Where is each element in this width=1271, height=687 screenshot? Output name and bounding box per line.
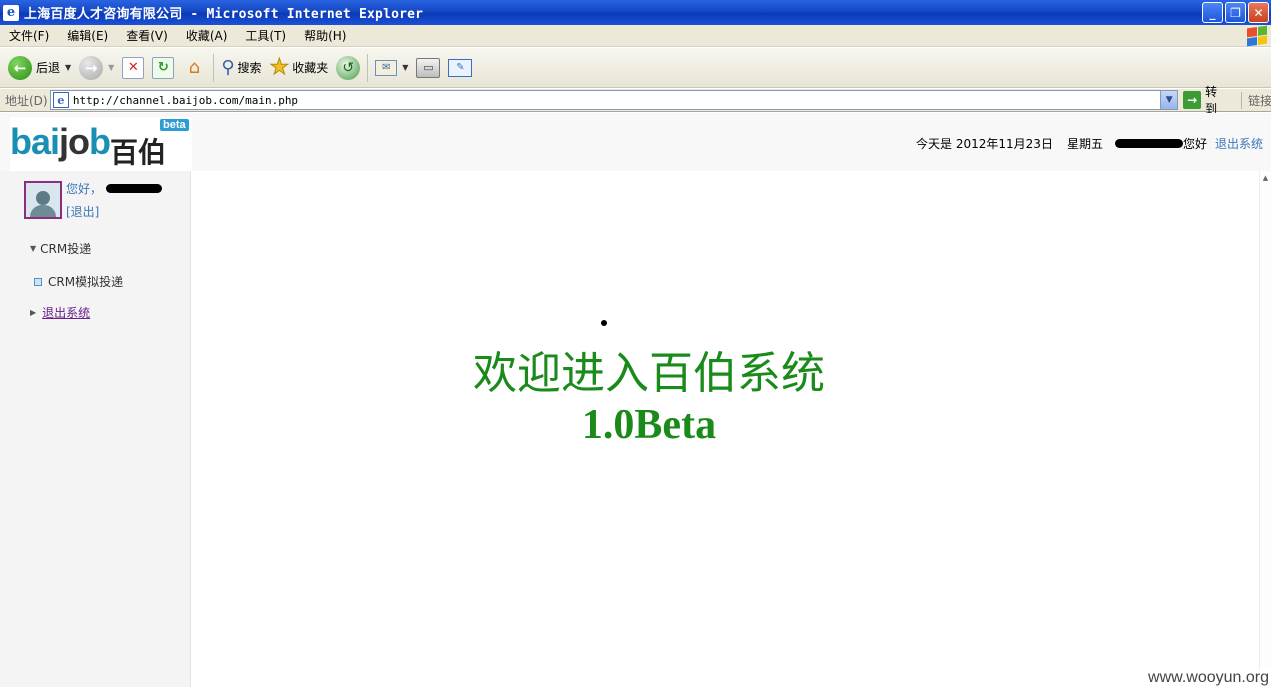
stop-icon: ✕ — [122, 56, 145, 79]
windows-logo-icon — [1247, 25, 1267, 47]
minimize-button[interactable]: _ — [1202, 2, 1223, 23]
stop-button[interactable]: ✕ — [118, 51, 148, 85]
header-user-info: 今天是 2012年11月23日 星期五 您好 退出系统 — [916, 135, 1263, 152]
avatar-head — [36, 191, 50, 205]
mail-dropdown-icon[interactable]: ▼ — [402, 63, 408, 72]
logo-chinese: 百伯 — [110, 136, 167, 169]
edit-page-icon: ✎ — [448, 58, 473, 77]
menu-tools[interactable]: 工具(T) — [236, 27, 295, 44]
address-url[interactable]: http://channel.baijob.com/main.php — [73, 94, 298, 107]
back-dropdown-icon[interactable]: ▼ — [65, 63, 71, 72]
search-button[interactable]: ⚲ 搜索 — [217, 51, 265, 85]
page-icon: e — [52, 92, 69, 108]
window-title-bar[interactable]: e 上海百度人才咨询有限公司 - Microsoft Internet Expl… — [0, 0, 1271, 25]
header-logout-link[interactable]: 退出系统 — [1215, 135, 1263, 152]
logo-latin-a: bai — [10, 121, 60, 162]
links-toolbar[interactable]: 链接 — [1241, 91, 1271, 109]
sidebar-exit-link[interactable]: [退出] — [66, 203, 99, 220]
favorites-button[interactable]: ★ 收藏夹 — [266, 51, 333, 85]
scroll-up-icon[interactable]: ▲ — [1260, 171, 1271, 185]
forward-dropdown-icon[interactable]: ▼ — [108, 63, 114, 72]
watermark: www.wooyun.org — [1146, 669, 1271, 687]
menu-file[interactable]: 文件(F) — [0, 27, 58, 44]
home-icon: ⌂ — [188, 57, 201, 78]
menu-edit[interactable]: 编辑(E) — [58, 27, 117, 44]
sidebar-item-crm-label: CRM投递 — [40, 242, 92, 256]
search-label: 搜索 — [237, 61, 262, 75]
sidebar-item-crm-simulate-label: CRM模拟投递 — [48, 275, 124, 289]
sidebar-hello-text: 您好， — [66, 182, 103, 196]
refresh-icon: ↻ — [152, 56, 175, 79]
back-label: 后退 — [36, 61, 61, 75]
address-label: 地址(D) — [5, 93, 48, 108]
square-bullet-icon — [34, 277, 42, 286]
sidebar-hello: 您好， — [66, 180, 163, 197]
welcome-heading: 欢迎进入百伯系统 — [473, 348, 825, 399]
menu-bar: 文件(F) 编辑(E) 查看(V) 收藏(A) 工具(T) 帮助(H) — [0, 25, 1271, 47]
window-controls: _ ❐ ✕ — [1202, 2, 1269, 23]
go-label: 转到 — [1205, 85, 1218, 116]
forward-arrow-icon: → — [79, 55, 104, 80]
header-weekday: 星期五 — [1066, 137, 1103, 151]
printer-icon: ▭ — [416, 57, 441, 78]
address-dropdown-icon[interactable]: ▼ — [1160, 91, 1178, 109]
avatar — [24, 181, 62, 219]
version-text: 1.0Beta — [581, 402, 717, 448]
back-button[interactable]: ← 后退 ▼ — [0, 51, 75, 85]
logo-latin: baijob — [10, 121, 111, 163]
mail-icon: ✉ — [375, 59, 398, 76]
sidebar-item-logout-link[interactable]: 退出系统 — [42, 304, 90, 321]
favorites-label: 收藏夹 — [292, 61, 329, 75]
redacted-username — [1114, 139, 1183, 148]
address-bar: 地址(D) e http://channel.baijob.com/main.p… — [0, 85, 1271, 116]
page-content: baijob 百伯 beta 今天是 2012年11月23日 星期五 您好 退出… — [0, 113, 1271, 687]
vertical-scrollbar[interactable]: ▲ — [1259, 171, 1271, 687]
header-date: 今天是 2012年11月23日 — [916, 137, 1053, 151]
logo-beta-badge: beta — [160, 119, 189, 131]
mouse-cursor — [601, 320, 607, 326]
go-arrow-icon: → — [1183, 91, 1202, 109]
menu-favorites[interactable]: 收藏(A) — [177, 27, 237, 44]
logo-latin-c: b — [89, 121, 111, 162]
standard-toolbar: ← 后退 ▼ → ▼ ✕ ↻ ⌂ ⚲ 搜索 ★ 收藏夹 ↺ ✉ ▼ ▭ ✎ — [0, 48, 1271, 88]
search-icon: ⚲ — [221, 57, 235, 78]
toolbar-separator — [367, 53, 369, 82]
sidebar-item-crm-simulate[interactable]: CRM模拟投递 — [34, 273, 123, 290]
address-input[interactable]: e http://channel.baijob.com/main.php ▼ — [49, 90, 1179, 110]
sidebar-item-crm[interactable]: ▼ CRM投递 — [30, 240, 91, 257]
main-panel: 欢迎进入百伯系统 1.0Beta — [191, 171, 1259, 687]
go-button[interactable]: → 转到 — [1183, 83, 1229, 117]
forward-button[interactable]: → ▼ — [75, 51, 118, 85]
home-button[interactable]: ⌂ — [178, 51, 210, 85]
refresh-button[interactable]: ↻ — [148, 51, 178, 85]
menu-view[interactable]: 查看(V) — [117, 27, 177, 44]
edit-button[interactable]: ✎ — [444, 51, 476, 85]
page-header: baijob 百伯 beta 今天是 2012年11月23日 星期五 您好 退出… — [0, 113, 1271, 171]
menu-help[interactable]: 帮助(H) — [295, 27, 355, 44]
star-icon: ★ — [269, 55, 290, 81]
close-button[interactable]: ✕ — [1248, 2, 1269, 23]
baijob-logo[interactable]: baijob 百伯 beta — [10, 117, 192, 171]
caret-down-icon: ▼ — [30, 244, 37, 253]
sidebar-item-logout[interactable]: ▶ 退出系统 — [30, 304, 90, 321]
history-button[interactable]: ↺ — [332, 51, 364, 85]
history-icon: ↺ — [336, 55, 361, 80]
sidebar: 您好， [退出] ▼ CRM投递 CRM模拟投递 ▶ 退出系统 — [0, 171, 191, 687]
toolbar-separator — [213, 53, 215, 82]
restore-button[interactable]: ❐ — [1225, 2, 1246, 23]
print-button[interactable]: ▭ — [412, 51, 444, 85]
ie-window-icon: e — [3, 4, 19, 21]
avatar-body — [30, 205, 56, 217]
caret-right-icon: ▶ — [30, 308, 37, 317]
window-title: 上海百度人才咨询有限公司 - Microsoft Internet Explor… — [24, 7, 424, 22]
header-greeting: 您好 — [1182, 137, 1207, 151]
mail-button[interactable]: ✉ ▼ — [371, 51, 412, 85]
redacted-username — [106, 184, 163, 193]
logo-latin-b: jo — [59, 121, 90, 162]
back-arrow-icon: ← — [8, 55, 32, 80]
